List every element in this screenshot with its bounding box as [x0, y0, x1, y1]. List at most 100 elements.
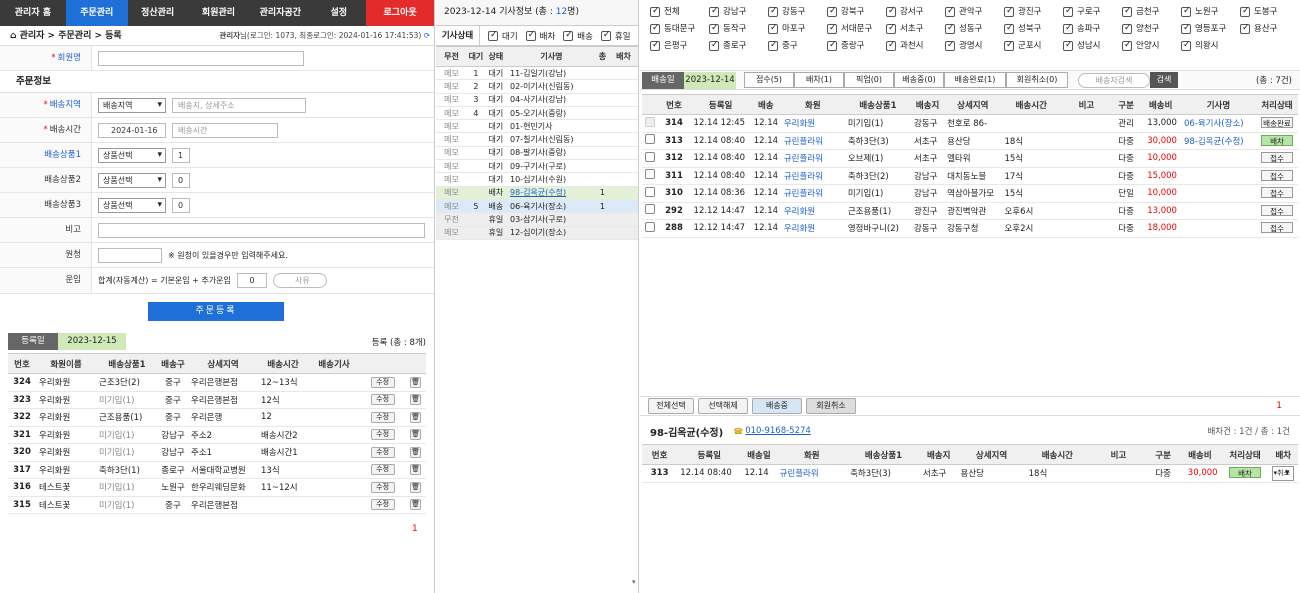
nav-orders[interactable]: 주문관리	[65, 0, 128, 26]
nav-home[interactable]: 관리자 홈	[0, 0, 66, 26]
checkbox-icon[interactable]	[945, 40, 955, 51]
in-delivery-button[interactable]: 배송중	[752, 398, 802, 414]
checkbox-icon[interactable]	[1004, 6, 1014, 17]
driver-row[interactable]: 메모 5 배송 06-육기사(장소) 1	[436, 199, 638, 214]
row-checkbox[interactable]	[644, 134, 655, 145]
driver-row[interactable]: 메모 대기 08-팔기사(중랑)	[436, 146, 638, 161]
driver-row[interactable]: 무전 휴일 03-삼기사(구로)	[436, 212, 638, 227]
table-cell[interactable]: 06-육기사(장소)	[507, 199, 596, 214]
member-link[interactable]: 우리화원	[780, 114, 845, 133]
product2-qty[interactable]: 0	[172, 172, 190, 188]
checkbox-icon[interactable]	[709, 6, 719, 17]
region-filter-item[interactable]: 종로구	[709, 39, 768, 51]
refresh-icon[interactable]: ⟳	[424, 31, 430, 40]
status-button[interactable]: 배송완료	[1260, 117, 1293, 129]
checkbox-icon[interactable]	[1240, 6, 1250, 17]
memo-link[interactable]: 메모	[436, 199, 468, 214]
fee-input[interactable]: 0	[236, 273, 267, 288]
checkbox-icon[interactable]	[709, 40, 719, 51]
region-filter-item[interactable]: 마포구	[768, 22, 827, 34]
member-link[interactable]: 규린플라워	[776, 464, 848, 483]
memo-link[interactable]: 메모	[436, 79, 468, 94]
left-pagination[interactable]: 1	[412, 524, 418, 534]
checkbox-icon[interactable]	[600, 30, 611, 41]
member-cancel-button[interactable]: 회원취소	[806, 398, 856, 414]
order-col-header[interactable]: 배송지	[911, 94, 945, 115]
checkbox-icon[interactable]	[886, 40, 896, 51]
delete-icon[interactable]: 🗑	[410, 411, 422, 423]
region-filter-item[interactable]: 영등포구	[1181, 22, 1240, 34]
delete-icon[interactable]: 🗑	[410, 464, 422, 476]
status-button[interactable]: 접수	[1260, 187, 1293, 199]
checkbox-icon[interactable]	[709, 23, 719, 34]
edit-button[interactable]: 수정	[370, 499, 395, 511]
checkbox-icon[interactable]	[827, 40, 837, 51]
region-filter-item[interactable]: 강동구	[768, 5, 827, 17]
time-input[interactable]: 배송시간	[172, 122, 278, 138]
driver-phone[interactable]: 010-9168-5274	[745, 426, 811, 436]
order-col-header[interactable]: 기사명	[1180, 94, 1256, 115]
edit-button[interactable]: 수정	[370, 376, 395, 388]
checkbox-icon[interactable]	[768, 23, 778, 34]
edit-button[interactable]: 수정	[370, 481, 395, 493]
memo-link[interactable]: 메모	[436, 146, 468, 161]
region-filter-item[interactable]: 동작구	[709, 22, 768, 34]
driver-row[interactable]: 메모 대기 01-현민기사	[436, 119, 638, 134]
note-input[interactable]	[98, 222, 425, 238]
checkbox-icon[interactable]	[650, 23, 660, 34]
status-tab-5[interactable]: 회원취소(0)	[1006, 72, 1068, 88]
product1-select[interactable]: 상품선택	[98, 147, 166, 163]
order-pagination[interactable]: 1	[1276, 401, 1282, 411]
row-checkbox[interactable]	[644, 116, 655, 127]
region-filter-item[interactable]: 관악구	[945, 5, 1004, 17]
member-link[interactable]: 규린플라워	[780, 132, 845, 150]
table-cell[interactable]: 08-팔기사(중랑)	[507, 146, 596, 161]
status-button[interactable]: 접수	[1260, 169, 1293, 181]
status-tab-4[interactable]: 배송완료(1)	[944, 72, 1006, 88]
select-all-button[interactable]: 전체선택	[648, 398, 694, 414]
region-filter-item[interactable]: 용산구	[1240, 22, 1299, 34]
checkbox-icon[interactable]	[886, 23, 896, 34]
region-filter-item[interactable]: 구로구	[1063, 5, 1122, 17]
status-tab-3[interactable]: 배송중(0)	[894, 72, 944, 88]
region-filter-item[interactable]: 광진구	[1004, 5, 1063, 17]
checkbox-icon[interactable]	[1004, 23, 1014, 34]
status-button[interactable]: 접수	[1260, 204, 1293, 216]
order-col-header[interactable]: 처리상태	[1255, 94, 1298, 115]
checkbox-icon[interactable]	[563, 30, 574, 41]
deselect-button[interactable]: 선택해제	[698, 398, 748, 414]
table-cell[interactable]: 04-사기사(강남)	[507, 93, 596, 107]
driver-row[interactable]: 메모 대기 09-구기사(구로)	[436, 159, 638, 174]
table-cell[interactable]: 02-이기사(신림동)	[507, 79, 596, 94]
status-button[interactable]: 접수	[1260, 222, 1293, 234]
scroll-down-icon[interactable]: ▾	[632, 578, 636, 586]
region-filter-item[interactable]: 노원구	[1181, 5, 1240, 17]
region-filter-item[interactable]: 중랑구	[827, 39, 886, 51]
status-tab-2[interactable]: 픽업(0)	[844, 72, 894, 88]
order-col-header[interactable]: 배송비	[1140, 94, 1181, 115]
driver-row[interactable]: 메모 대기 10-십기사(수원)	[436, 172, 638, 187]
checkbox-icon[interactable]	[1181, 6, 1191, 17]
driver-row[interactable]: 메모 배차 98-김옥균(수정) 1	[436, 186, 638, 200]
region-filter-item[interactable]: 전체	[650, 5, 709, 17]
checkbox-icon[interactable]	[827, 6, 837, 17]
submit-order-button[interactable]: 주문등록	[148, 302, 284, 321]
order-col-header[interactable]: 번호	[657, 94, 691, 115]
member-input[interactable]	[98, 50, 304, 66]
member-link[interactable]: 우리화원	[780, 219, 845, 238]
region-filter-item[interactable]: 도봉구	[1240, 5, 1299, 17]
member-link[interactable]: 규린플라워	[780, 149, 845, 168]
region-filter-item[interactable]: 성남시	[1063, 39, 1122, 51]
delete-icon[interactable]: 🗑	[410, 499, 422, 511]
delete-icon[interactable]: 🗑	[410, 446, 422, 458]
table-cell[interactable]: 05-오기사(중랑)	[507, 106, 596, 121]
product3-qty[interactable]: 0	[172, 197, 190, 213]
checkbox-icon[interactable]	[650, 6, 660, 17]
table-cell[interactable]: 11-김일기(강남)	[507, 66, 596, 81]
row-checkbox[interactable]	[644, 221, 655, 232]
checkbox-icon[interactable]	[525, 30, 536, 41]
product2-select[interactable]: 상품선택	[98, 172, 166, 188]
product1-qty[interactable]: 1	[172, 147, 190, 163]
driver-link[interactable]	[1180, 219, 1256, 238]
nav-logout[interactable]: 로그아웃	[366, 0, 434, 26]
